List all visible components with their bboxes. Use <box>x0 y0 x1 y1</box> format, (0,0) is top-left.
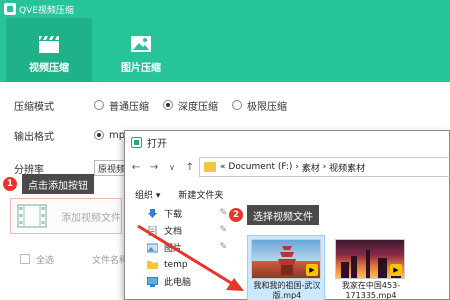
nav-item-label: 文档 <box>164 227 183 237</box>
tab-label: 视频压缩 <box>29 63 69 74</box>
vlc-icon: ▶ <box>390 264 402 276</box>
forward-arrow-icon[interactable]: → <box>147 162 161 173</box>
nav-item-label: temp <box>164 259 188 270</box>
tab-label: 图片压缩 <box>121 63 161 74</box>
file-caption: 我家在中国453-171335.mp4 <box>341 281 401 300</box>
vlc-icon: ▶ <box>306 264 318 276</box>
dialog-nav-bar: ← → ∨ ↑ « Document (F:) › 素材 › 视频素材 <box>125 157 450 177</box>
breadcrumb-drive[interactable]: Document (F:) <box>228 162 292 172</box>
radio-label: 极限压缩 <box>247 101 287 113</box>
tab-image-compress[interactable]: 图片压缩 <box>98 18 184 82</box>
radio-label: 深度压缩 <box>178 101 218 113</box>
filename-column-header: 文件名称 <box>92 255 129 266</box>
tab-video-compress[interactable]: 视频压缩 <box>6 18 92 82</box>
up-arrow-icon[interactable]: ↑ <box>183 162 197 173</box>
nav-item-temp[interactable]: temp <box>143 256 229 273</box>
download-icon <box>148 208 157 218</box>
radio-dot <box>232 100 242 110</box>
breadcrumb-overflow[interactable]: « <box>220 162 226 172</box>
radio-normal-compress[interactable]: 普通压缩 <box>94 98 149 113</box>
pin-icon: ✎ <box>219 242 227 252</box>
breadcrumb-video-sucai[interactable]: 视频素材 <box>329 161 365 174</box>
radio-extreme-compress[interactable]: 极限压缩 <box>232 98 287 113</box>
compress-mode-label: 压缩模式 <box>14 101 54 113</box>
breadcrumb-separator: › <box>295 162 299 172</box>
computer-icon <box>147 276 158 287</box>
compress-mode-row: 压缩模式 普通压缩 深度压缩 极限压缩 <box>14 95 301 115</box>
app-logo-icon <box>4 3 16 15</box>
file-item[interactable]: ▶ 我家在中国453-171335.mp4 <box>331 235 409 300</box>
pictures-icon <box>147 243 158 252</box>
folder-icon <box>147 260 158 269</box>
folder-icon <box>204 162 216 172</box>
file-caption: 我和我的祖国-武汉版.mp4 <box>253 281 321 300</box>
dialog-title-bar: 打开 <box>125 131 450 153</box>
back-arrow-icon[interactable]: ← <box>129 162 143 173</box>
radio-dot <box>94 100 104 110</box>
dialog-title: 打开 <box>147 138 167 150</box>
output-format-label: 输出格式 <box>14 131 54 143</box>
address-bar[interactable]: « Document (F:) › 素材 › 视频素材 <box>199 157 450 177</box>
breadcrumb-separator: › <box>322 162 327 172</box>
document-icon <box>148 225 157 236</box>
nav-item-label: 下载 <box>164 210 183 220</box>
pin-icon: ✎ <box>219 225 227 235</box>
select-all-checkbox[interactable] <box>20 254 30 264</box>
video-thumbnail: ▶ <box>251 239 321 279</box>
breadcrumb-sucai[interactable]: 素材 <box>302 161 320 174</box>
dialog-app-icon <box>131 136 142 148</box>
main-tab-bar: 视频压缩 图片压缩 <box>0 18 450 82</box>
callout-select-video: 选择视频文件 <box>247 205 319 225</box>
video-thumbnail: ▶ <box>335 239 405 279</box>
dialog-nav-pane: 下载 ✎ 文档 ✎ 图片 ✎ temp 此电脑 <box>143 205 229 300</box>
step-badge-1: 1 <box>2 176 18 192</box>
add-video-label: 添加视频文件 <box>61 212 121 224</box>
radio-dot <box>94 130 104 140</box>
title-bar: QVE视频压缩 <box>0 0 450 18</box>
select-all-label: 全选 <box>36 255 55 266</box>
dialog-toolbar: 组织 ▾ 新建文件夹 <box>125 185 450 203</box>
chevron-down-icon[interactable]: ∨ <box>165 163 179 172</box>
nav-item-this-pc[interactable]: 此电脑 <box>143 273 229 290</box>
organize-button[interactable]: 组织 ▾ <box>135 188 160 201</box>
image-icon <box>131 36 151 52</box>
pin-icon: ✎ <box>219 208 227 218</box>
nav-item-pictures[interactable]: 图片 ✎ <box>143 239 229 256</box>
step-badge-2: 2 <box>228 207 244 223</box>
add-video-button[interactable]: 添加视频文件 <box>10 198 122 234</box>
clapperboard-icon <box>39 36 59 53</box>
nav-item-label: 此电脑 <box>164 278 192 288</box>
new-folder-button[interactable]: 新建文件夹 <box>178 188 223 201</box>
nav-item-label: 图片 <box>164 244 183 254</box>
nav-item-downloads[interactable]: 下载 ✎ <box>143 205 229 222</box>
file-item-selected[interactable]: ▶ 我和我的祖国-武汉版.mp4 <box>247 235 325 300</box>
film-strip-icon <box>17 204 47 228</box>
radio-dot <box>163 100 173 110</box>
nav-item-documents[interactable]: 文档 ✎ <box>143 222 229 239</box>
radio-deep-compress[interactable]: 深度压缩 <box>163 98 218 113</box>
callout-click-add: 点击添加按钮 <box>22 174 94 194</box>
radio-label: 普通压缩 <box>109 101 149 113</box>
app-title: QVE视频压缩 <box>19 5 74 16</box>
